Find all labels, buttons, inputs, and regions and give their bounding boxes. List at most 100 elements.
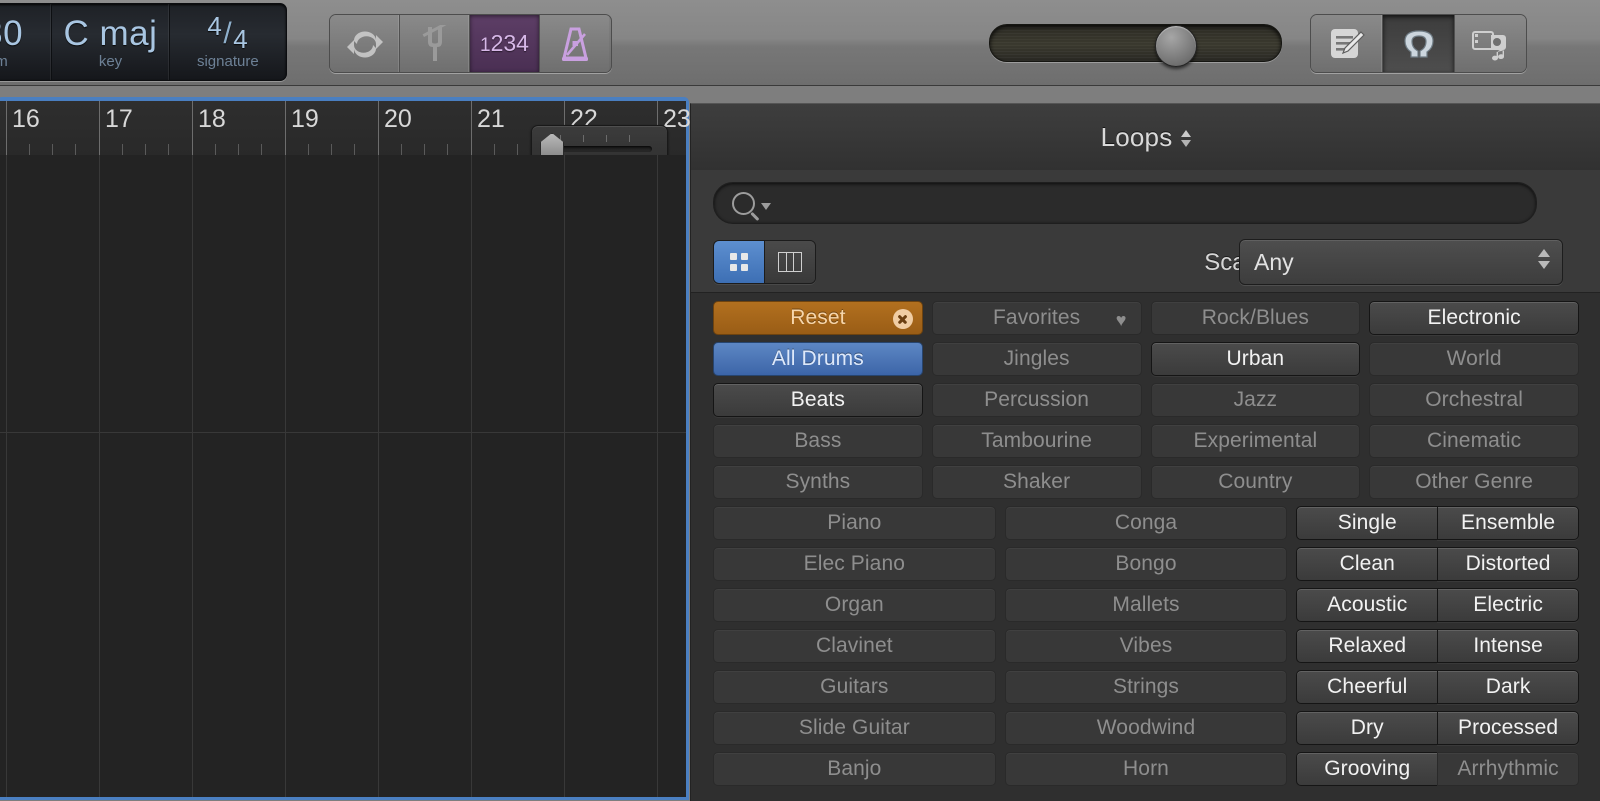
master-volume-slider[interactable] <box>989 24 1282 67</box>
keyword-button-rock-blues[interactable]: Rock/Blues <box>1150 301 1361 335</box>
keyword-button-distorted[interactable]: Distorted <box>1437 547 1580 581</box>
keyword-button-shaker[interactable]: Shaker <box>931 465 1142 499</box>
keyword-cell: Elec Piano <box>713 547 996 581</box>
bar-ruler[interactable]: 16 17 18 19 20 21 22 23 <box>0 101 691 170</box>
keyword-row: Clavinet Vibes Relaxed Intense <box>691 629 1600 663</box>
grid-view-toggle[interactable] <box>714 241 764 283</box>
keyword-button-elec-piano[interactable]: Elec Piano <box>713 547 996 581</box>
tuner-button[interactable] <box>400 15 470 72</box>
garageband-window: 180 bpm C maj key 4 / 4 signature <box>0 0 1600 801</box>
key-label: key <box>98 53 123 70</box>
scale-select[interactable]: Any <box>1239 239 1563 285</box>
keyword-button-synths[interactable]: Synths <box>713 465 923 499</box>
keyword-button-jingles[interactable]: Jingles <box>931 342 1142 376</box>
loop-browser-button[interactable] <box>1383 15 1455 72</box>
keyword-button-all-drums[interactable]: All Drums <box>713 342 923 376</box>
keyword-button-processed[interactable]: Processed <box>1437 711 1580 745</box>
keyword-button-horn[interactable]: Horn <box>1004 752 1288 786</box>
keyword-button-world[interactable]: World <box>1369 342 1579 376</box>
keyword-button-experimental[interactable]: Experimental <box>1150 424 1361 458</box>
keyword-button-label: Cheerful <box>1327 675 1408 698</box>
keyword-cell: Strings <box>1004 670 1288 704</box>
search-dropdown-chevron-icon[interactable] <box>761 202 771 210</box>
keyword-button-jazz[interactable]: Jazz <box>1150 383 1361 417</box>
metronome-icon <box>561 27 588 61</box>
keyword-button-slide-guitar[interactable]: Slide Guitar <box>713 711 996 745</box>
keyword-button-single[interactable]: Single <box>1296 506 1438 540</box>
note-pad-pencil-icon <box>1330 28 1365 58</box>
lcd-display[interactable]: 180 bpm C maj key 4 / 4 signature <box>0 3 287 81</box>
keyword-button-piano[interactable]: Piano <box>713 506 996 540</box>
volume-knob[interactable] <box>1155 25 1197 67</box>
keyword-button-conga[interactable]: Conga <box>1004 506 1288 540</box>
search-input[interactable] <box>771 192 1536 214</box>
keyword-button-arrhythmic[interactable]: Arrhythmic <box>1437 752 1580 786</box>
keyword-button-strings[interactable]: Strings <box>1004 670 1288 704</box>
keyword-button-beats[interactable]: Beats <box>713 383 923 417</box>
signature-slash: / <box>223 17 233 50</box>
keyword-button-vibes[interactable]: Vibes <box>1004 629 1288 663</box>
keyword-button-percussion[interactable]: Percussion <box>931 383 1142 417</box>
view-mode-toggle[interactable] <box>713 240 816 284</box>
keyword-button-clean[interactable]: Clean <box>1296 547 1438 581</box>
keyword-button-label: Electronic <box>1427 306 1521 329</box>
keyword-button-woodwind[interactable]: Woodwind <box>1004 711 1288 745</box>
search-field[interactable] <box>713 182 1537 224</box>
signature-display[interactable]: 4 / 4 signature <box>170 4 286 80</box>
keyword-button-label: Relaxed <box>1328 634 1407 657</box>
tempo-display[interactable]: 180 bpm <box>0 4 53 80</box>
keyword-button-organ[interactable]: Organ <box>713 588 996 622</box>
loops-panel-header[interactable]: Loops <box>691 104 1600 171</box>
keyword-button-electronic[interactable]: Electronic <box>1369 301 1579 335</box>
keyword-cell: Clavinet <box>713 629 996 663</box>
keyword-button-bass[interactable]: Bass <box>713 424 923 458</box>
cycle-button[interactable] <box>330 15 400 72</box>
keyword-button-grid: Reset Favorites ♥ Rock/Blues Electronic All D… <box>691 292 1600 801</box>
keyword-row: Reset Favorites ♥ Rock/Blues Electronic <box>691 301 1600 335</box>
keyword-button-clavinet[interactable]: Clavinet <box>713 629 996 663</box>
keyword-button-acoustic[interactable]: Acoustic <box>1296 588 1438 622</box>
keyword-button-dark[interactable]: Dark <box>1437 670 1580 704</box>
keyword-button-relaxed[interactable]: Relaxed <box>1296 629 1438 663</box>
keyword-button-label: Vibes <box>1119 634 1173 657</box>
arrange-area[interactable]: 16 17 18 19 20 21 22 23 <box>0 97 691 800</box>
keyword-button-other-genre[interactable]: Other Genre <box>1369 465 1579 499</box>
panel-switch-chevron-icon[interactable] <box>1181 129 1192 147</box>
keyword-cell: Tambourine <box>931 424 1142 458</box>
volume-track[interactable] <box>989 24 1282 62</box>
clear-circle-icon[interactable] <box>892 309 913 329</box>
metronome-button[interactable] <box>540 15 609 72</box>
bar-number: 21 <box>477 105 505 133</box>
keyword-button-country[interactable]: Country <box>1150 465 1361 499</box>
column-view-toggle[interactable] <box>764 241 815 283</box>
track-canvas[interactable] <box>0 155 686 797</box>
media-browser-button[interactable] <box>1455 15 1526 72</box>
keyword-button-grooving[interactable]: Grooving <box>1296 752 1438 786</box>
keyword-button-banjo[interactable]: Banjo <box>713 752 996 786</box>
keyword-button-cinematic[interactable]: Cinematic <box>1369 424 1579 458</box>
notes-button[interactable] <box>1311 15 1383 72</box>
view-buttons-group <box>1310 14 1527 73</box>
keyword-button-bongo[interactable]: Bongo <box>1004 547 1288 581</box>
scale-stepper-icon[interactable] <box>1538 249 1550 269</box>
media-browser-icon <box>1471 30 1506 60</box>
keyword-button-urban[interactable]: Urban <box>1150 342 1361 376</box>
keyword-button-dry[interactable]: Dry <box>1296 711 1438 745</box>
keyword-button-mallets[interactable]: Mallets <box>1004 588 1288 622</box>
keyword-button-electric[interactable]: Electric <box>1437 588 1580 622</box>
keyword-button-label: Mallets <box>1112 593 1180 616</box>
keyword-button-guitars[interactable]: Guitars <box>713 670 996 704</box>
keyword-button-orchestral[interactable]: Orchestral <box>1369 383 1579 417</box>
key-display[interactable]: C maj key <box>52 4 170 80</box>
count-in-button[interactable]: 1234 <box>470 15 540 72</box>
keyword-button-cheerful[interactable]: Cheerful <box>1296 670 1438 704</box>
keyword-cell: Experimental <box>1150 424 1361 458</box>
keyword-button-ensemble[interactable]: Ensemble <box>1437 506 1580 540</box>
keyword-pair: Relaxed Intense <box>1296 629 1580 663</box>
keyword-button-intense[interactable]: Intense <box>1437 629 1580 663</box>
keyword-button-reset[interactable]: Reset <box>713 301 923 335</box>
keyword-button-tambourine[interactable]: Tambourine <box>931 424 1142 458</box>
keyword-button-label: Rock/Blues <box>1201 306 1309 329</box>
keyword-button-favorites[interactable]: Favorites ♥ <box>931 301 1142 335</box>
keyword-cell: Mallets <box>1004 588 1288 622</box>
